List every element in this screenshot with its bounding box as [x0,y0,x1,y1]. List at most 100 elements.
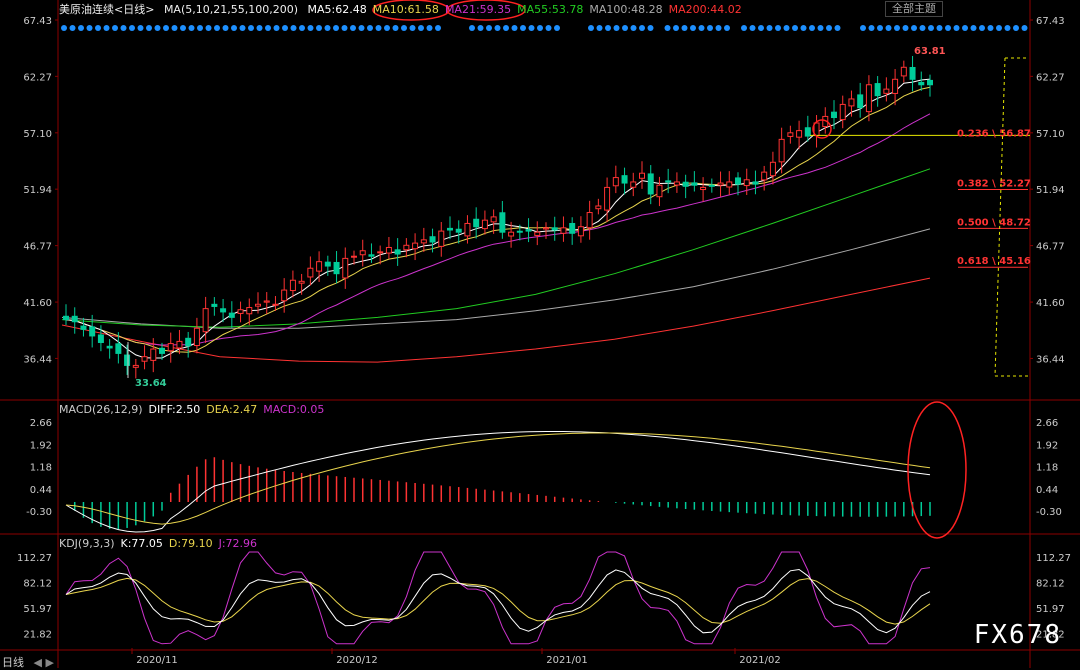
fib-label: 0.500 \ 48.72 [957,217,1031,228]
kdj-header: KDJ(9,3,3) K:77.05 D:79.10 J:72.96 [59,537,263,550]
fib-label: 0.236 \ 56.87 [957,128,1031,139]
signal-dot [324,25,331,31]
y-tick-left: 57.10 [23,129,52,140]
candle-body [228,312,235,318]
candle-body [403,244,410,251]
signal-dot [86,25,93,31]
candle-body [359,250,366,256]
signal-dot [605,25,611,31]
kdj-y-tick-left: 21.82 [23,630,52,641]
candle-body [124,354,131,366]
signal-dot [477,25,484,31]
theme-button[interactable]: 全部主题 [885,1,943,17]
candle-body [630,181,637,188]
candle-body [412,242,419,250]
candle-body [185,337,192,347]
macd-header: MACD(26,12,9) DIFF:2.50 DEA:2.47 MACD:0.05 [59,403,330,416]
candle-body [159,347,165,354]
signal-dot [358,25,365,31]
signal-dot [341,25,348,31]
candle-body [246,307,253,315]
candle-body [97,334,104,343]
instrument-title[interactable]: 美原油连续<日线> [59,3,154,16]
y-tick-left: 46.77 [23,242,52,253]
candle-body [769,161,776,177]
signal-dot [987,25,994,31]
kdj-y-tick-right: 51.97 [1036,604,1065,615]
candle-body [473,218,480,228]
signal-dot [511,25,518,31]
candle-body [804,127,811,137]
signal-dot [698,25,705,31]
main-header: 美原油连续<日线> MA(5,10,21,55,100,200) MA5:62.… [59,1,754,17]
candle-body [80,325,87,330]
signal-dot [222,25,229,31]
signal-dot [146,25,152,31]
kdj-y-tick-right: 112.27 [1036,553,1071,564]
candle-body [604,186,611,211]
signal-dot [817,25,824,31]
signal-dot [792,25,798,31]
candle-body [796,130,803,138]
candle-body [202,308,209,333]
candle-body [150,348,157,361]
signal-dot [112,25,118,31]
candle-body [787,132,794,137]
candle-body [516,230,523,233]
candle-body [735,177,741,185]
candle-body [377,251,384,254]
candle-body [621,175,628,184]
candle-body [918,81,925,86]
y-tick-right: 67.43 [1036,16,1065,27]
candle-body [281,289,288,302]
candle-body [211,303,218,307]
candle-body [900,66,907,77]
kdj-y-tick-left: 51.97 [23,604,52,615]
signal-dot [537,25,543,31]
candle-body [569,222,576,234]
candle-body [560,227,567,234]
signal-dot [273,25,280,31]
macd-macd: MACD:0.05 [263,403,325,416]
candle-body [857,94,864,109]
signal-dot [299,25,305,31]
signal-dot [809,25,815,31]
candle-body [141,356,148,362]
signal-dot [401,25,407,31]
candle-body [307,267,314,278]
kdj-j-line [65,551,931,645]
candle-body [71,315,78,323]
fib-label: 0.618 \ 45.16 [957,256,1031,267]
macd-y-tick-right: -0.30 [1036,507,1062,518]
x-tick-label: 2021/02 [739,655,781,666]
macd-y-tick-right: 1.92 [1036,440,1058,451]
signal-dot [894,25,900,31]
candle-body [298,280,305,284]
signal-dot [214,25,220,31]
macd-params: MACD(26,12,9) [59,403,143,416]
candle-body [691,182,698,186]
signal-dot [154,25,161,31]
candle-body [586,212,593,229]
signal-dot [868,25,875,31]
candle-body [447,227,453,231]
signal-dot [715,25,722,31]
signal-dot [171,25,178,31]
annotation-ellipse-macd [907,401,967,539]
macd-dea-line [65,432,931,525]
macd-y-tick-left: -0.30 [26,507,52,518]
signal-dot [664,25,671,31]
candle-body [656,184,663,198]
macd-diff: DIFF:2.50 [148,403,201,416]
candle-body [778,138,785,163]
signal-dot [333,25,339,31]
candle-body [525,229,532,232]
signal-dot [630,25,637,31]
x-tick-label: 2020/11 [136,655,178,666]
candle-body [927,79,933,86]
signal-dot [945,25,951,31]
macd-y-tick-right: 2.66 [1036,418,1058,429]
candle-body [499,212,506,233]
ma-value-4: MA100:48.28 [589,3,663,16]
ma-value-0: MA5:62.48 [307,3,367,16]
